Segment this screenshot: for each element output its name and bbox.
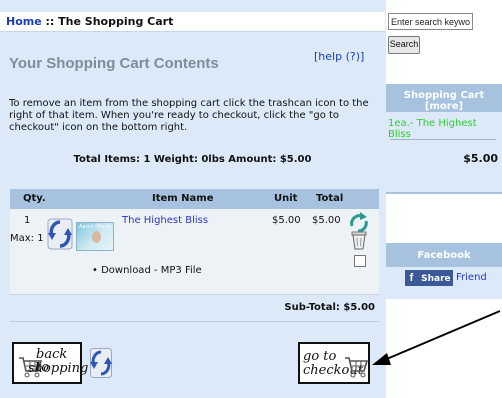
- arrow-annotation: [372, 310, 501, 365]
